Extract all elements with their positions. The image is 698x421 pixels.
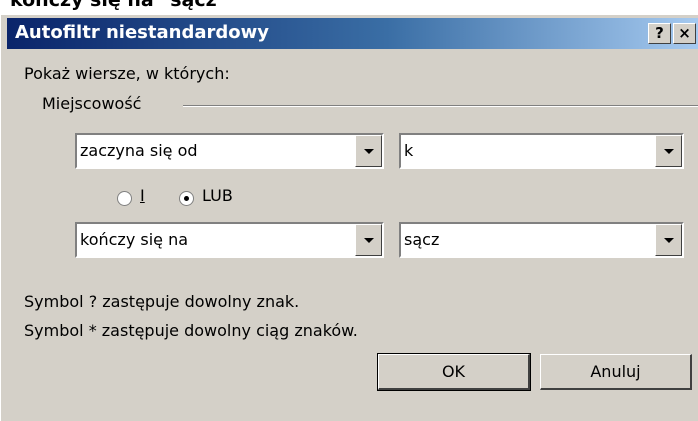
show-rows-label: Pokaż wiersze, w których: — [24, 64, 230, 83]
criterion2-value-combo[interactable]: sącz — [399, 222, 684, 258]
field-group-label: Miejscowość — [42, 94, 142, 113]
dropdown-arrow-icon[interactable] — [355, 224, 382, 256]
page-caption: kończy się na "sącz" — [10, 0, 227, 11]
and-radio[interactable] — [117, 191, 132, 206]
group-divider — [183, 105, 698, 107]
and-radio-label[interactable]: I — [140, 186, 145, 205]
dialog-title: Autofiltr niestandardowy — [15, 22, 269, 43]
criterion2-operator-value: kończy się na — [80, 230, 189, 249]
hint-question-mark: Symbol ? zastępuje dowolny znak. — [24, 292, 300, 311]
cancel-button[interactable]: Anuluj — [540, 354, 692, 390]
dropdown-arrow-icon[interactable] — [355, 135, 382, 167]
criterion2-value-text: sącz — [404, 230, 440, 249]
criterion2-operator-select[interactable]: kończy się na — [75, 222, 384, 258]
dialog-title-bar[interactable]: Autofiltr niestandardowy ? × — [7, 18, 698, 49]
criterion1-value-text: k — [404, 141, 414, 160]
criterion1-operator-select[interactable]: zaczyna się od — [75, 133, 384, 169]
or-radio[interactable] — [179, 191, 194, 206]
dropdown-arrow-icon[interactable] — [655, 135, 682, 167]
or-radio-label[interactable]: LUB — [202, 186, 233, 205]
custom-autofilter-dialog: Autofiltr niestandardowy ? × Pokaż wiers… — [0, 15, 698, 421]
dropdown-arrow-icon[interactable] — [655, 224, 682, 256]
criterion1-value-combo[interactable]: k — [399, 133, 684, 169]
ok-button[interactable]: OK — [377, 353, 531, 391]
help-button[interactable]: ? — [648, 23, 671, 44]
criterion1-operator-value: zaczyna się od — [80, 141, 198, 160]
close-button[interactable]: × — [673, 23, 696, 44]
hint-asterisk: Symbol * zastępuje dowolny ciąg znaków. — [24, 321, 358, 340]
